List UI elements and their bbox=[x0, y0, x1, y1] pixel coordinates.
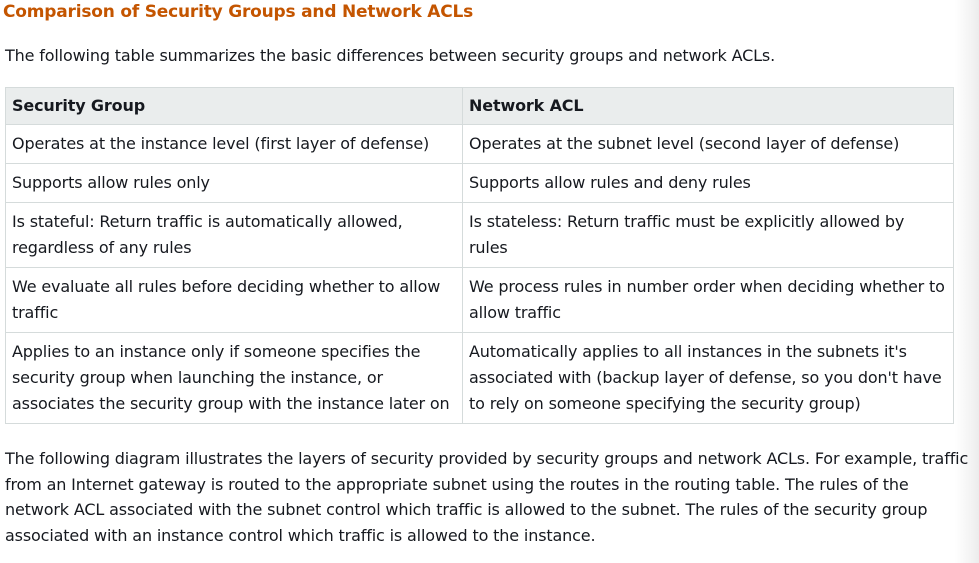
table-header-row: Security Group Network ACL bbox=[5, 87, 954, 125]
table-cell: We evaluate all rules before deciding wh… bbox=[5, 267, 463, 333]
table-row: Applies to an instance only if someone s… bbox=[5, 332, 954, 424]
table-cell: Operates at the subnet level (second lay… bbox=[462, 124, 954, 164]
table-cell: Supports allow rules and deny rules bbox=[462, 163, 954, 203]
table-cell: Automatically applies to all instances i… bbox=[462, 332, 954, 424]
comparison-table: Security Group Network ACL Operates at t… bbox=[5, 87, 954, 424]
header-security-group: Security Group bbox=[5, 87, 463, 125]
table-cell: Operates at the instance level (first la… bbox=[5, 124, 463, 164]
table-row: Supports allow rules only Supports allow… bbox=[5, 163, 954, 203]
intro-paragraph: The following table summarizes the basic… bbox=[5, 46, 776, 65]
diagram-description-paragraph: The following diagram illustrates the la… bbox=[5, 449, 969, 545]
table-row: Is stateful: Return traffic is automatic… bbox=[5, 202, 954, 268]
table-cell: Is stateless: Return traffic must be exp… bbox=[462, 202, 954, 268]
documentation-page: Comparison of Security Groups and Networ… bbox=[0, 0, 979, 563]
section-heading: Comparison of Security Groups and Networ… bbox=[3, 2, 474, 22]
table-row: We evaluate all rules before deciding wh… bbox=[5, 267, 954, 333]
table-cell: Is stateful: Return traffic is automatic… bbox=[5, 202, 463, 268]
table-row: Operates at the instance level (first la… bbox=[5, 124, 954, 164]
table-cell: Supports allow rules only bbox=[5, 163, 463, 203]
header-network-acl: Network ACL bbox=[462, 87, 954, 125]
table-cell: We process rules in number order when de… bbox=[462, 267, 954, 333]
table-cell: Applies to an instance only if someone s… bbox=[5, 332, 463, 424]
